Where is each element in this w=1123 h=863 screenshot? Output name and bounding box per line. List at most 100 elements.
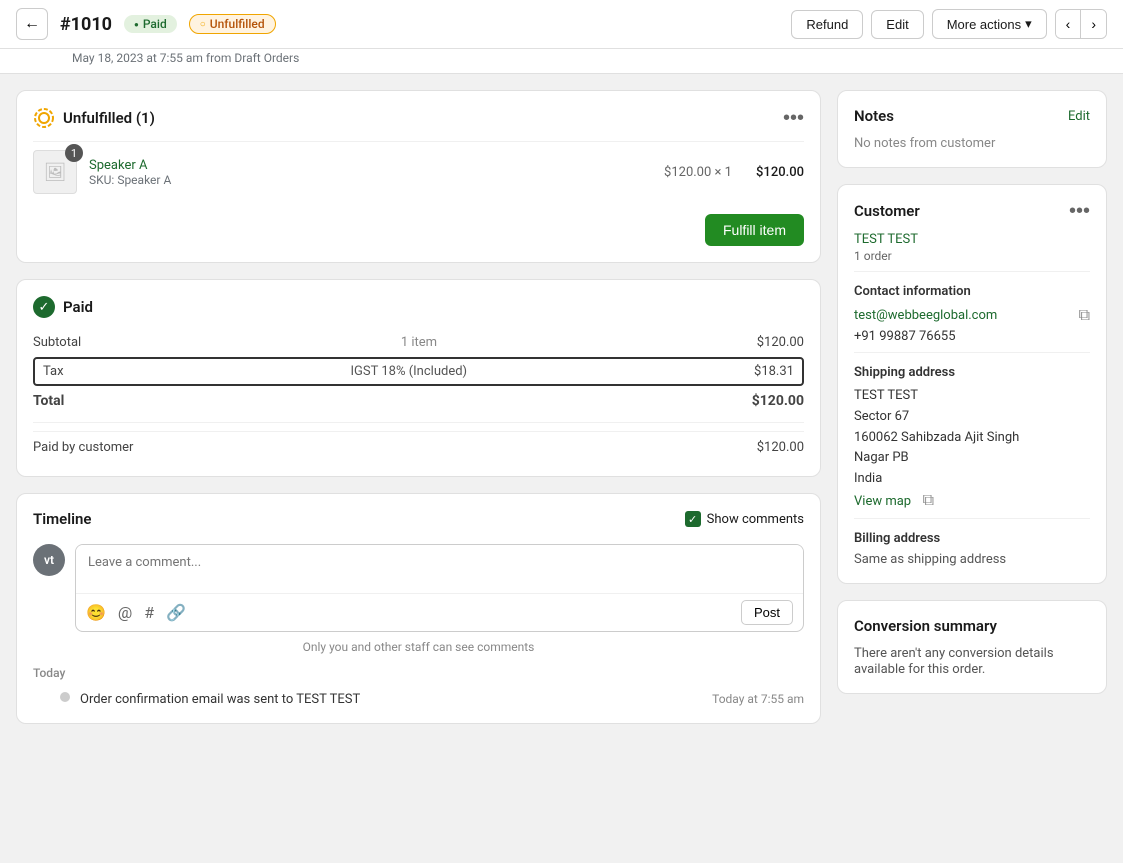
unfulfilled-title: Unfulfilled (1) (63, 109, 155, 127)
show-comments-label: Show comments (707, 512, 804, 527)
copy-address-icon[interactable]: ⧉ (923, 490, 934, 509)
shipping-line3: Nagar PB (854, 448, 1090, 469)
paid-by-row: Paid by customer $120.00 (33, 431, 804, 460)
timeline-today-divider: Today (33, 666, 804, 680)
customer-orders-count: 1 order (854, 249, 1090, 263)
no-notes-text: No notes from customer (854, 136, 995, 151)
paid-header: ✓ Paid (33, 296, 804, 318)
unfulfilled-badge: Unfulfilled (189, 14, 276, 34)
comment-box: vt 😊 @ # 🔗 Post (33, 544, 804, 632)
notes-edit-link[interactable]: Edit (1068, 109, 1090, 124)
customer-title: Customer (854, 202, 920, 220)
prev-order-button[interactable]: ‹ (1056, 10, 1082, 38)
paid-icon: ✓ (33, 296, 55, 318)
item-image-wrap: 🖼 1 (33, 150, 77, 194)
notes-card-header: Notes Edit (854, 107, 1090, 125)
notes-card: Notes Edit No notes from customer (837, 90, 1107, 168)
customer-name-link[interactable]: TEST TEST (854, 232, 918, 247)
edit-button[interactable]: Edit (871, 10, 923, 39)
next-order-button[interactable]: › (1081, 10, 1106, 38)
customer-phone: +91 99887 76655 (854, 329, 1090, 344)
timeline-title: Timeline (33, 510, 91, 528)
show-comments-row[interactable]: ✓ Show comments (685, 511, 804, 527)
total-label: Total (33, 393, 64, 409)
subtotal-qty: 1 item (401, 335, 437, 350)
emoji-icon[interactable]: 😊 (86, 603, 106, 622)
conversion-text: There aren't any conversion details avai… (854, 646, 1054, 677)
order-meta: May 18, 2023 at 7:55 am from Draft Order… (0, 49, 1123, 74)
customer-card-header: Customer ••• (854, 201, 1090, 221)
nav-arrows: ‹ › (1055, 9, 1107, 39)
tax-row: Tax IGST 18% (Included) $18.31 (33, 357, 804, 386)
view-map-link[interactable]: View map (854, 494, 911, 509)
timeline-card: Timeline ✓ Show comments vt 😊 @ # 🔗 (16, 493, 821, 724)
conversion-card: Conversion summary There aren't any conv… (837, 600, 1107, 694)
timeline-dot (60, 692, 70, 702)
unfulfilled-card-header: Unfulfilled (1) ••• (33, 107, 804, 129)
subtotal-row: Subtotal 1 item $120.00 (33, 330, 804, 355)
paid-title: Paid (63, 298, 93, 316)
item-total: $120.00 (744, 165, 804, 180)
timeline-event-text: Order confirmation email was sent to TES… (80, 692, 360, 707)
customer-dots-button[interactable]: ••• (1069, 201, 1090, 221)
refund-button[interactable]: Refund (791, 10, 863, 39)
mention-icon[interactable]: @ (118, 603, 132, 622)
shipping-address-title: Shipping address (854, 365, 1090, 380)
shipping-line1: Sector 67 (854, 407, 1090, 428)
subtotal-amount: $120.00 (757, 335, 804, 350)
unfulfilled-dots-button[interactable]: ••• (783, 108, 804, 128)
conversion-card-header: Conversion summary (854, 617, 1090, 635)
unfulfilled-icon (33, 107, 55, 129)
top-bar: ← #1010 Paid Unfulfilled Refund Edit Mor… (0, 0, 1123, 49)
customer-card: Customer ••• TEST TEST 1 order Contact i… (837, 184, 1107, 584)
tax-amount: $18.31 (754, 364, 794, 379)
right-column: Notes Edit No notes from customer Custom… (837, 90, 1107, 724)
customer-email[interactable]: test@webbeeglobal.com (854, 308, 997, 323)
fulfill-btn-row: Fulfill item (33, 214, 804, 246)
shipping-name: TEST TEST (854, 386, 1090, 407)
post-button[interactable]: Post (741, 600, 793, 625)
fulfill-item-button[interactable]: Fulfill item (705, 214, 804, 246)
tax-detail: IGST 18% (Included) (351, 364, 468, 379)
unfulfilled-title-row: Unfulfilled (1) (33, 107, 155, 129)
top-bar-actions: Refund Edit More actions ▾ ‹ › (791, 9, 1107, 39)
timeline-event-time: Today at 7:55 am (712, 692, 804, 706)
subtotal-label: Subtotal (33, 335, 81, 350)
customer-email-row: test@webbeeglobal.com ⧉ (854, 305, 1090, 325)
order-item: 🖼 1 Speaker A SKU: Speaker A $120.00 × 1… (33, 141, 804, 202)
timeline-today-label: Today (33, 666, 65, 680)
check-icon: ✓ (39, 300, 50, 315)
item-quantity-badge: 1 (65, 144, 83, 162)
comment-note: Only you and other staff can see comment… (33, 640, 804, 654)
paid-badge: Paid (124, 15, 177, 33)
more-actions-button[interactable]: More actions ▾ (932, 9, 1047, 39)
shipping-country: India (854, 469, 1090, 490)
paid-by-amount: $120.00 (757, 440, 804, 455)
chevron-down-icon: ▾ (1025, 16, 1032, 32)
total-amount: $120.00 (752, 393, 804, 409)
unfulfilled-card: Unfulfilled (1) ••• 🖼 1 Speaker A SKU: S… (16, 90, 821, 263)
billing-same-as-shipping: Same as shipping address (854, 552, 1090, 567)
comment-toolbar: 😊 @ # 🔗 Post (76, 593, 803, 631)
attachment-icon[interactable]: 🔗 (166, 603, 186, 622)
hashtag-icon[interactable]: # (144, 603, 154, 622)
shipping-address: TEST TEST Sector 67 160062 Sahibzada Aji… (854, 386, 1090, 490)
back-button[interactable]: ← (16, 8, 48, 40)
tax-label: Tax (43, 364, 64, 379)
conversion-title: Conversion summary (854, 617, 997, 635)
image-placeholder-icon: 🖼 (44, 162, 67, 183)
left-column: Unfulfilled (1) ••• 🖼 1 Speaker A SKU: S… (16, 90, 821, 724)
comment-icons: 😊 @ # 🔗 (86, 603, 186, 622)
order-number: #1010 (60, 14, 112, 35)
item-sku: SKU: Speaker A (89, 173, 652, 187)
item-info: Speaker A SKU: Speaker A (89, 157, 652, 187)
paid-by-label: Paid by customer (33, 440, 133, 455)
comment-input[interactable] (76, 545, 803, 589)
item-name-link[interactable]: Speaker A (89, 158, 147, 173)
copy-email-icon[interactable]: ⧉ (1079, 305, 1090, 325)
timeline-event: Order confirmation email was sent to TES… (49, 692, 804, 707)
show-comments-checkbox[interactable]: ✓ (685, 511, 701, 527)
shipping-line2: 160062 Sahibzada Ajit Singh (854, 428, 1090, 449)
paid-card: ✓ Paid Subtotal 1 item $120.00 Tax IGST … (16, 279, 821, 477)
billing-address-title: Billing address (854, 531, 1090, 546)
